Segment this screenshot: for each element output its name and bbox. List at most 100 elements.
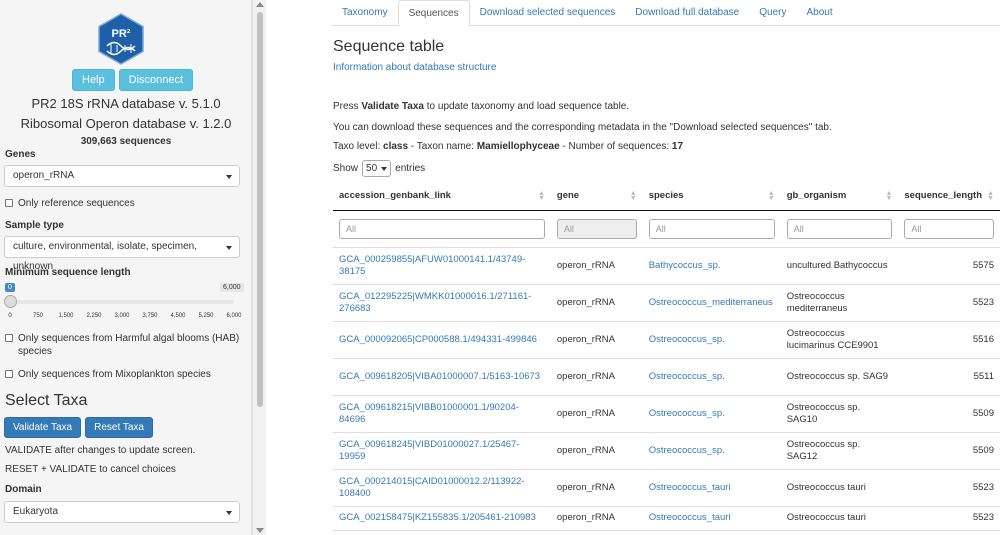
slider-max-value: 6,000 xyxy=(220,283,244,292)
species-link[interactable]: Bathycoccus_sp. xyxy=(642,247,781,285)
domain-label: Domain xyxy=(5,484,42,495)
show-label: Show xyxy=(333,163,359,174)
species-link[interactable]: Ostreococcus_mediterraneus xyxy=(642,284,781,322)
table-cell: 5575 xyxy=(898,247,1000,285)
table-cell: Ostreococcus tauri xyxy=(780,469,899,507)
domain-value: Eukaryota xyxy=(13,506,59,517)
db-version-line-1: PR2 18S rRNA database v. 5.1.0 xyxy=(31,96,221,111)
hab-label: Only sequences from Harmful algal blooms… xyxy=(18,333,240,357)
sample-type-select[interactable]: culture, environmental, isolate, specime… xyxy=(4,236,240,272)
accession-link[interactable]: GCA_000092065|CP000588.1/494331-499846 xyxy=(333,321,551,359)
table-cell: operon_rRNA xyxy=(550,506,643,531)
table-cell: 5509 xyxy=(898,395,1000,433)
slider-tick-label: 0 xyxy=(8,313,12,319)
show-entries: Show 50 entries xyxy=(333,160,425,177)
page-title: Sequence table xyxy=(333,38,445,55)
filter-input[interactable]: All xyxy=(556,218,637,239)
min-length-label: Minimum sequence length xyxy=(5,267,131,278)
scroll-down-icon[interactable] xyxy=(256,528,264,533)
checkbox-box[interactable] xyxy=(5,370,13,378)
accession-link[interactable]: GCA_000259855|AFUW01000141.1/43749-38175 xyxy=(333,247,551,285)
species-link[interactable]: Ostreococcus_tauri xyxy=(642,469,781,507)
accession-link[interactable]: GCA_012295225|WMKK01000016.1/271161-2766… xyxy=(333,284,551,322)
slider-tick-label: 3,750 xyxy=(142,313,158,319)
mixo-checkbox[interactable]: Only sequences from Mixoplankton species xyxy=(5,368,245,381)
column-header[interactable]: gb_organism ▲ ▼ xyxy=(780,182,899,211)
sort-icon: ▲ ▼ xyxy=(537,190,545,202)
chevron-down-icon xyxy=(226,511,232,515)
chevron-down-icon xyxy=(226,175,232,179)
only-reference-checkbox[interactable]: Only reference sequences xyxy=(5,197,245,210)
logo-text: PR² xyxy=(112,28,131,40)
column-header[interactable]: accession_genbank_link ▲ ▼ xyxy=(333,182,551,211)
table-cell: Ostreococcus sp. SAG9 xyxy=(780,358,899,396)
hab-checkbox[interactable]: Only sequences from Harmful algal blooms… xyxy=(5,332,245,358)
sidebar-scrollbar[interactable] xyxy=(252,0,266,535)
table-cell: 5516 xyxy=(898,321,1000,359)
checkbox-box[interactable] xyxy=(5,334,13,342)
taxo-info-text: Taxo level: class - Taxon name: Mamiello… xyxy=(333,141,684,152)
checkbox-box[interactable] xyxy=(5,199,13,207)
species-link[interactable]: Ostreococcus_tauri xyxy=(642,506,781,531)
mixo-label: Only sequences from Mixoplankton species xyxy=(18,369,211,380)
slider-tick-label: 5,250 xyxy=(198,313,214,319)
sequence-table: accession_genbank_link ▲ ▼ gene ▲ ▼ species ▲… xyxy=(333,182,1000,531)
table-cell: Ostreococcus lucimarinus CCE9901 xyxy=(780,321,899,359)
tab-bar: Taxonomy Sequences Download selected seq… xyxy=(332,0,1000,26)
scroll-up-icon[interactable] xyxy=(256,2,264,7)
reset-taxa-button[interactable]: Reset Taxa xyxy=(85,417,153,438)
validate-hint: VALIDATE after changes to update screen. xyxy=(5,445,196,456)
column-header[interactable]: sequence_length ▲ ▼ xyxy=(898,182,1000,211)
filter-input[interactable]: All xyxy=(339,218,545,239)
slider-tick-label: 2,250 xyxy=(86,313,102,319)
disconnect-button[interactable]: Disconnect xyxy=(118,69,194,91)
table-cell: uncultured Bathycoccus xyxy=(780,247,899,285)
sort-icon: ▲ ▼ xyxy=(885,190,893,202)
species-link[interactable]: Ostreococcus_sp. xyxy=(642,395,781,433)
slider-tick-label: 6,000 xyxy=(226,313,242,319)
info-link[interactable]: Information about database structure xyxy=(333,62,496,73)
main-panel: Taxonomy Sequences Download selected seq… xyxy=(266,0,1000,535)
select-taxa-title: Select Taxa xyxy=(5,392,88,409)
filter-input[interactable]: All xyxy=(786,218,893,239)
table-cell: 5523 xyxy=(898,469,1000,507)
tab-query[interactable]: Query xyxy=(749,0,796,26)
table-row: GCA_009618205|VIBA01000007.1/5163-10673 o… xyxy=(333,358,1000,396)
tab-taxonomy[interactable]: Taxonomy xyxy=(332,0,398,26)
filter-input[interactable]: All xyxy=(648,218,775,239)
species-link[interactable]: Ostreococcus_sp. xyxy=(642,432,781,470)
table-cell: operon_rRNA xyxy=(550,432,643,470)
accession-link[interactable]: GCA_002158475|KZ155835.1/205461-210983 xyxy=(333,506,551,531)
min-length-slider-handle[interactable] xyxy=(4,295,17,308)
min-length-slider-track[interactable] xyxy=(10,300,234,304)
sequence-count: 309,663 sequences xyxy=(80,136,172,147)
tab-about[interactable]: About xyxy=(796,0,842,26)
genes-select[interactable]: operon_rRNA xyxy=(4,165,240,187)
tab-download-selected[interactable]: Download selected sequences xyxy=(470,0,626,26)
scrollbar-thumb[interactable] xyxy=(257,12,263,407)
table-cell: operon_rRNA xyxy=(550,469,643,507)
accession-link[interactable]: GCA_009618245|VIBD01000027.1/25467-19959 xyxy=(333,432,551,470)
validate-taxa-button[interactable]: Validate Taxa xyxy=(4,417,82,438)
column-header[interactable]: gene ▲ ▼ xyxy=(550,182,643,211)
species-link[interactable]: Ostreococcus_sp. xyxy=(642,321,781,359)
table-cell: Ostreococcus sp. SAG10 xyxy=(780,395,899,433)
entries-label: entries xyxy=(395,163,426,174)
entries-select[interactable]: 50 xyxy=(362,160,392,177)
accession-link[interactable]: GCA_000214015|CAID01000012.2/113922-1084… xyxy=(333,469,551,507)
column-header[interactable]: species ▲ ▼ xyxy=(642,182,781,211)
table-row: GCA_002158475|KZ155835.1/205461-210983 op… xyxy=(333,506,1000,531)
table-cell: 5523 xyxy=(898,284,1000,322)
press-validate-text: Press Validate Taxa to update taxonomy a… xyxy=(333,101,630,112)
help-button[interactable]: Help xyxy=(72,69,115,91)
reset-hint: RESET + VALIDATE to cancel choices xyxy=(5,464,176,475)
tab-sequences[interactable]: Sequences xyxy=(397,0,470,26)
accession-link[interactable]: GCA_009618205|VIBA01000007.1/5163-10673 xyxy=(333,358,551,396)
filter-input[interactable]: All xyxy=(904,218,994,239)
tab-download-full[interactable]: Download full database xyxy=(625,0,749,26)
table-row: GCA_000214015|CAID01000012.2/113922-1084… xyxy=(333,469,1000,507)
domain-select[interactable]: Eukaryota xyxy=(4,501,240,523)
genes-label: Genes xyxy=(5,149,36,160)
species-link[interactable]: Ostreococcus_sp. xyxy=(642,358,781,396)
accession-link[interactable]: GCA_009618215|VIBB01000001.1/90204-84696 xyxy=(333,395,551,433)
